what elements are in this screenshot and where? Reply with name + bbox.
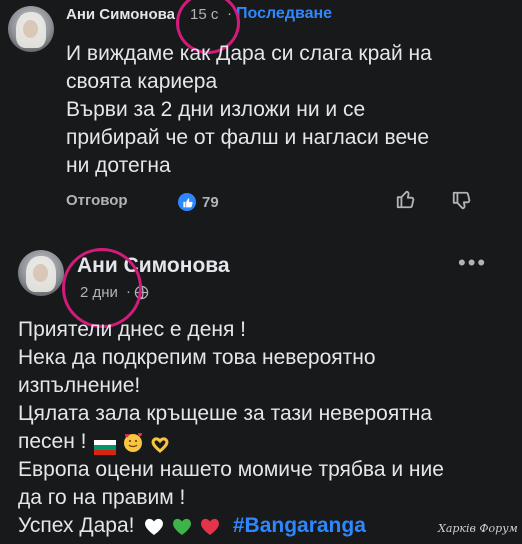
comment-line: Приятели днес е деня ! (18, 318, 247, 341)
avatar[interactable] (8, 6, 54, 52)
comment-line: И виждаме как Дара си слага край на (66, 42, 432, 65)
comment-line: Нека да подкрепим това невероятно (18, 346, 376, 369)
bulgaria-flag-icon (94, 435, 117, 455)
reaction-count[interactable]: 79 (178, 193, 219, 211)
comment-line: песен ! (18, 428, 514, 456)
watermark: Харків Форум (438, 522, 518, 535)
thumbs-up-icon[interactable] (395, 188, 417, 215)
more-options-icon[interactable]: ••• (458, 252, 487, 274)
comment-line: ни дотегна (66, 154, 171, 177)
heart-hands-icon (150, 433, 170, 454)
thumbs-down-icon[interactable] (451, 190, 473, 217)
green-heart-icon (171, 516, 193, 536)
comment-line: Цялата зала кръщеше за тази невероятна (18, 402, 433, 425)
comment-line: прибирай че от фалш и нагласи вече (66, 126, 430, 149)
comment-body: И виждаме как Дара си слага край на своя… (66, 40, 506, 180)
hashtag-link[interactable]: #Bangaranga (233, 514, 366, 537)
comment-text: песен ! (18, 430, 87, 453)
smiling-face-with-hearts-icon (122, 431, 144, 453)
comment-line: да го на правим ! (18, 486, 186, 509)
comment-line: Европа оцени нашето момиче трябва и ние (18, 458, 444, 481)
follow-link[interactable]: Последване (236, 5, 332, 23)
comment-body: Приятели днес е деня ! Нека да подкрепим… (18, 316, 514, 540)
like-icon (178, 193, 196, 211)
white-heart-icon (143, 516, 165, 536)
comment-author[interactable]: Ани Симонова (66, 6, 178, 23)
avatar[interactable] (18, 250, 64, 296)
comment-line: своята кариера (66, 70, 218, 93)
comment-text: Успех Дара! (18, 514, 135, 537)
like-count: 79 (202, 193, 219, 211)
comment-line: Върви за 2 дни изложи ни и се (66, 98, 366, 121)
red-heart-icon (199, 516, 221, 536)
comment-line: изпълнение! (18, 374, 141, 397)
reply-button[interactable]: Отговор (66, 192, 128, 209)
